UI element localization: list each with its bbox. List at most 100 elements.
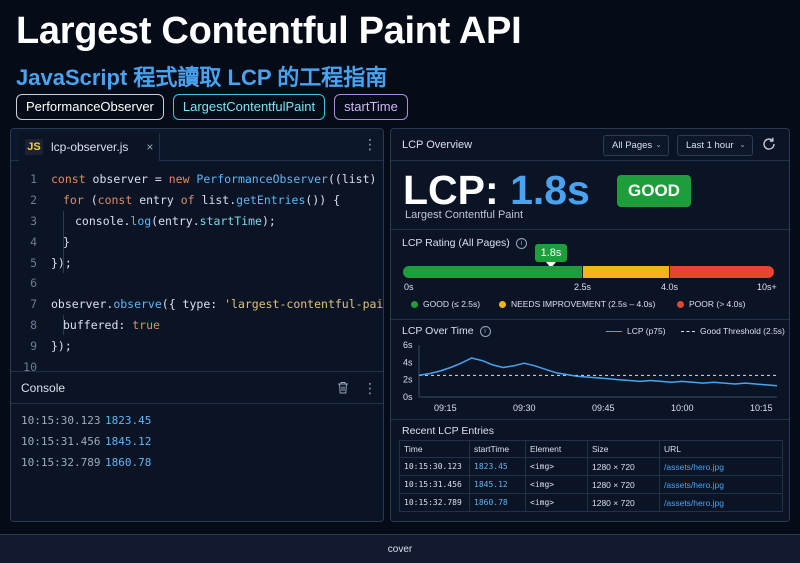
x-tick-label: 09:30 — [513, 403, 536, 413]
chart-legend-threshold: Good Threshold (2.5s) — [681, 326, 785, 336]
recent-entries-title: Recent LCP Entries — [402, 425, 495, 437]
console-log-row: 10:15:32.789 1860.78 — [11, 452, 383, 473]
legend-poor: POOR (> 4.0s) — [677, 299, 745, 309]
x-tick-label: 10:00 — [671, 403, 694, 413]
log-value: 1823.45 — [105, 414, 152, 427]
tag-list: PerformanceObserver LargestContentfulPai… — [16, 94, 408, 120]
code-line: 6 — [11, 273, 383, 294]
line-number: 4 — [30, 234, 37, 249]
rating-segment-good — [403, 266, 582, 278]
cell-size: 1280 × 720 — [587, 475, 660, 494]
chevron-down-icon: ⌄ — [739, 140, 746, 149]
console-panel: Console ⋮ 10:15:30.123 1823.45 10:15:31.… — [11, 371, 383, 521]
code-text: console.log(entry.startTime); — [75, 213, 276, 228]
tab-lcp-observer[interactable]: JS lcp-observer.js × — [19, 133, 161, 161]
code-line: 9 }); — [11, 335, 383, 356]
lcp-label: LCP: — [403, 167, 499, 213]
javascript-file-icon: JS — [25, 139, 43, 155]
code-text: observer.observe({ type: 'largest-conten… — [51, 297, 384, 312]
cell-start-time: 1860.78 — [469, 493, 526, 512]
overview-title: LCP Overview — [402, 138, 473, 151]
col-time: Time — [399, 440, 470, 458]
table-row[interactable]: 10:15:31.456 1845.12 <img> 1280 × 720 /a… — [399, 475, 783, 494]
status-badge: GOOD — [617, 175, 691, 207]
trash-icon[interactable] — [337, 381, 349, 394]
line-number: 5 — [30, 255, 37, 270]
code-line: 1 const observer = new PerformanceObserv… — [11, 169, 383, 190]
lcp-subtitle: Largest Contentful Paint — [405, 209, 524, 221]
close-icon[interactable]: × — [146, 140, 153, 154]
code-line: 3 console.log(entry.startTime); — [11, 211, 383, 232]
rating-segment-needs-improvement — [583, 266, 669, 278]
code-line: 2 for (const entry of list.getEntries())… — [11, 190, 383, 211]
log-time: 10:15:31.456 — [21, 435, 101, 448]
rating-bar — [403, 266, 774, 278]
log-time: 10:15:32.789 — [21, 456, 101, 469]
cell-url[interactable]: /assets/hero.jpg — [659, 457, 783, 476]
divider — [391, 319, 789, 320]
code-text: }); — [51, 338, 72, 353]
x-tick-label: 09:45 — [592, 403, 615, 413]
y-tick-label: 0s — [403, 392, 413, 402]
refresh-icon[interactable] — [761, 136, 777, 152]
line-number: 1 — [30, 172, 37, 187]
more-options-icon[interactable]: ⋮ — [363, 137, 377, 151]
table-row[interactable]: 10:15:30.123 1823.45 <img> 1280 × 720 /a… — [399, 457, 783, 476]
cell-time: 10:15:31.456 — [399, 475, 470, 494]
time-range-select[interactable]: Last 1 hour ⌄ — [677, 135, 753, 156]
lcp-marker: 1.8s — [535, 244, 567, 262]
info-icon[interactable]: i — [515, 237, 527, 249]
more-options-icon[interactable]: ⋮ — [363, 381, 377, 395]
tag-largest-contentful-paint: LargestContentfulPaint — [172, 94, 326, 120]
tag-performance-observer: PerformanceObserver — [16, 94, 164, 120]
line-number: 6 — [30, 276, 37, 291]
cell-element: <img> — [525, 475, 588, 494]
legend-dot — [499, 300, 506, 308]
cell-time: 10:15:32.789 — [399, 493, 470, 512]
y-tick-label: 4s — [403, 357, 413, 367]
code-line: 5 }); — [11, 252, 383, 273]
divider — [391, 419, 789, 420]
rating-tick: 10s+ — [757, 282, 777, 292]
y-tick-label: 2s — [403, 375, 413, 385]
x-tick-label: 09:15 — [434, 403, 457, 413]
chart-legend-lcp: LCP (p75) — [606, 326, 666, 336]
y-tick-label: 6s — [403, 340, 413, 350]
info-icon[interactable]: i — [479, 325, 491, 337]
overview-header: LCP Overview All Pages ⌄ Last 1 hour ⌄ — [391, 129, 789, 161]
footer-bar: cover — [0, 534, 800, 563]
console-log-row: 10:15:31.456 1845.12 — [11, 431, 383, 452]
lcp-overview-panel: LCP Overview All Pages ⌄ Last 1 hour ⌄ L… — [390, 128, 790, 522]
code-line: 8 buffered: true — [11, 315, 383, 336]
code-text: for (const entry of list.getEntries()) { — [63, 193, 341, 208]
legend-dot — [677, 300, 684, 308]
lcp-series-line — [418, 357, 778, 387]
cell-url[interactable]: /assets/hero.jpg — [659, 475, 783, 494]
code-editor-panel: JS lcp-observer.js × ⋮ 1 const observer … — [10, 128, 384, 522]
rating-title: LCP Rating (All Pages) i — [402, 237, 527, 249]
lcp-value: 1.8s — [510, 167, 590, 213]
table-row[interactable]: 10:15:32.789 1860.78 <img> 1280 × 720 /a… — [399, 493, 783, 512]
rating-segment-poor — [670, 266, 774, 278]
log-time: 10:15:30.123 — [21, 414, 101, 427]
x-tick-label: 10:15 — [750, 403, 773, 413]
col-element: Element — [525, 440, 588, 458]
code-text: }); — [51, 255, 72, 270]
editor-tab-bar: JS lcp-observer.js × ⋮ — [11, 129, 383, 161]
line-number: 7 — [30, 297, 37, 312]
col-size: Size — [587, 440, 660, 458]
legend-line — [681, 330, 695, 332]
page-title: Largest Contentful Paint API — [16, 10, 522, 52]
pages-filter-select[interactable]: All Pages ⌄ — [603, 135, 669, 156]
rating-tick: 2.5s — [574, 282, 592, 292]
cell-start-time: 1845.12 — [469, 475, 526, 494]
code-text: buffered: true — [63, 317, 160, 332]
cell-url[interactable]: /assets/hero.jpg — [659, 493, 783, 512]
rating-tick: 4.0s — [661, 282, 679, 292]
rating-tick: 0s — [404, 282, 414, 292]
code-area[interactable]: 1 const observer = new PerformanceObserv… — [11, 161, 384, 373]
divider — [391, 229, 789, 230]
recent-entries-table: Time startTime Element Size URL 10:15:30… — [399, 440, 783, 512]
legend-good: GOOD (≤ 2.5s) — [411, 299, 480, 309]
col-start-time: startTime — [469, 440, 526, 458]
